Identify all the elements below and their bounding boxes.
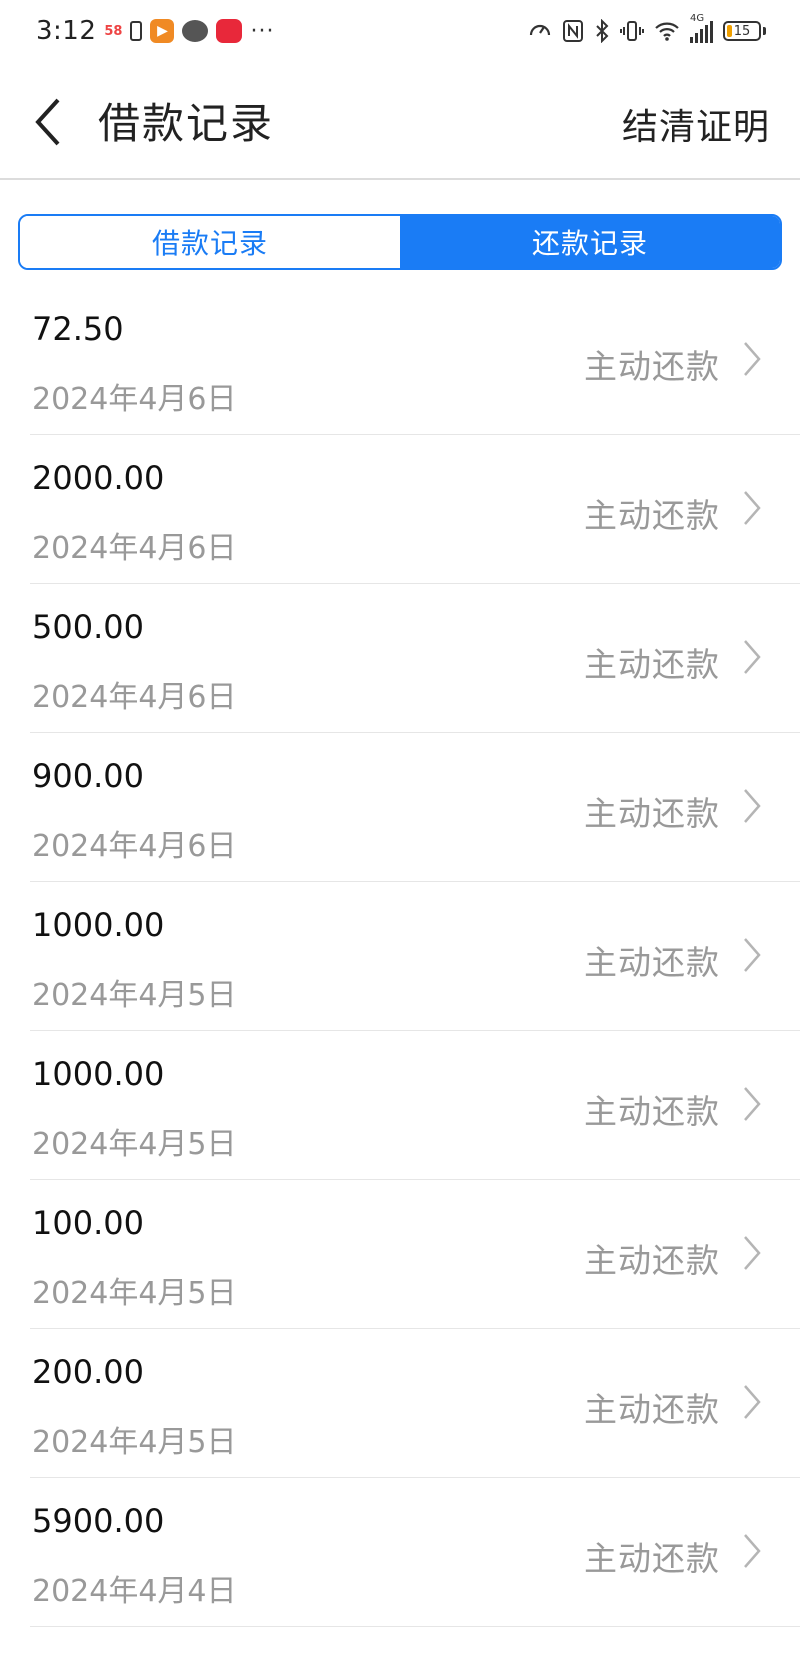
signal-icon: 4G (690, 13, 713, 43)
chevron-right-icon (744, 1236, 761, 1270)
repayment-amount: 200.00 (32, 1353, 144, 1391)
nav-bar: 借款记录 结清证明 (0, 62, 800, 180)
repayment-amount: 72.50 (32, 310, 124, 348)
list-item[interactable]: 900.00 2024年4月6日 主动还款 (0, 733, 800, 882)
battery-level: 15 (733, 23, 751, 39)
video-app-icon: ▶ (150, 19, 175, 43)
chevron-right-icon (744, 640, 761, 674)
repayment-date: 2024年4月4日 (32, 1574, 237, 1609)
repayment-amount: 5900.00 (32, 1502, 165, 1540)
tab-repayment-records[interactable]: 还款记录 (400, 216, 780, 268)
repayment-date: 2024年4月6日 (32, 829, 237, 864)
repayment-type: 主动还款 (584, 1092, 720, 1131)
status-right: 4G 15 (528, 13, 766, 43)
app-58-icon: 58 (104, 23, 123, 39)
speed-icon (529, 24, 551, 36)
repayment-amount: 1000.00 (32, 1055, 165, 1093)
phone-notification-icon (130, 21, 143, 41)
vibrate-icon (620, 21, 644, 41)
repayment-type: 主动还款 (584, 794, 720, 833)
chevron-right-icon (744, 342, 761, 376)
status-time: 3:12 (36, 16, 97, 46)
back-button[interactable] (30, 94, 70, 150)
repayment-type: 主动还款 (584, 943, 720, 982)
page-title: 借款记录 (98, 99, 275, 148)
list-item[interactable]: 72.50 2024年4月6日 主动还款 (0, 286, 800, 435)
repayment-list: 72.50 2024年4月6日 主动还款 2000.00 2024年4月6日 主… (0, 286, 800, 1627)
repayment-amount: 500.00 (32, 608, 144, 646)
status-left: 3:12 58 ▶ ··· (36, 16, 274, 46)
repayment-date: 2024年4月6日 (32, 680, 237, 715)
repayment-date: 2024年4月5日 (32, 1425, 237, 1460)
list-item[interactable]: 200.00 2024年4月5日 主动还款 (0, 1329, 800, 1478)
repayment-amount: 100.00 (32, 1204, 144, 1242)
list-item[interactable]: 500.00 2024年4月6日 主动还款 (0, 584, 800, 733)
repayment-type: 主动还款 (584, 645, 720, 684)
repayment-amount: 1000.00 (32, 906, 165, 944)
repayment-type: 主动还款 (584, 347, 720, 386)
chevron-right-icon (744, 938, 761, 972)
repayment-date: 2024年4月5日 (32, 1127, 237, 1162)
chevron-right-icon (744, 1087, 761, 1121)
more-notifications-icon: ··· (250, 18, 275, 44)
list-item[interactable]: 1000.00 2024年4月5日 主动还款 (0, 1031, 800, 1180)
nfc-icon (563, 20, 583, 42)
repayment-date: 2024年4月5日 (32, 1276, 237, 1311)
repayment-amount: 2000.00 (32, 459, 165, 497)
repayment-date: 2024年4月5日 (32, 978, 237, 1013)
wifi-icon (655, 22, 679, 41)
repayment-amount: 900.00 (32, 757, 144, 795)
record-type-tabs: 借款记录 还款记录 (18, 214, 782, 270)
repayment-type: 主动还款 (584, 1539, 720, 1578)
repayment-type: 主动还款 (584, 1241, 720, 1280)
repayment-date: 2024年4月6日 (32, 531, 237, 566)
battery-icon: 15 (723, 21, 761, 41)
status-bar: 3:12 58 ▶ ··· 4G 15 (0, 0, 800, 62)
repayment-type: 主动还款 (584, 1390, 720, 1429)
list-item[interactable]: 2000.00 2024年4月6日 主动还款 (0, 435, 800, 584)
xiaohongshu-icon (216, 19, 243, 43)
settlement-certificate-button[interactable]: 结清证明 (622, 98, 770, 150)
chevron-right-icon (744, 1385, 761, 1419)
chat-notification-icon (182, 20, 209, 42)
repayment-type: 主动还款 (584, 496, 720, 535)
back-arrow-icon (35, 98, 60, 146)
tab-loan-records[interactable]: 借款记录 (20, 216, 400, 268)
repayment-date: 2024年4月6日 (32, 382, 237, 417)
network-type-label: 4G (690, 13, 705, 24)
chevron-right-icon (744, 491, 761, 525)
battery-tip (763, 27, 766, 35)
list-item[interactable]: 5900.00 2024年4月4日 主动还款 (0, 1478, 800, 1627)
chevron-right-icon (744, 789, 761, 823)
list-item[interactable]: 100.00 2024年4月5日 主动还款 (0, 1180, 800, 1329)
bluetooth-icon (596, 19, 609, 43)
chevron-right-icon (744, 1534, 761, 1568)
list-item[interactable]: 1000.00 2024年4月5日 主动还款 (0, 882, 800, 1031)
